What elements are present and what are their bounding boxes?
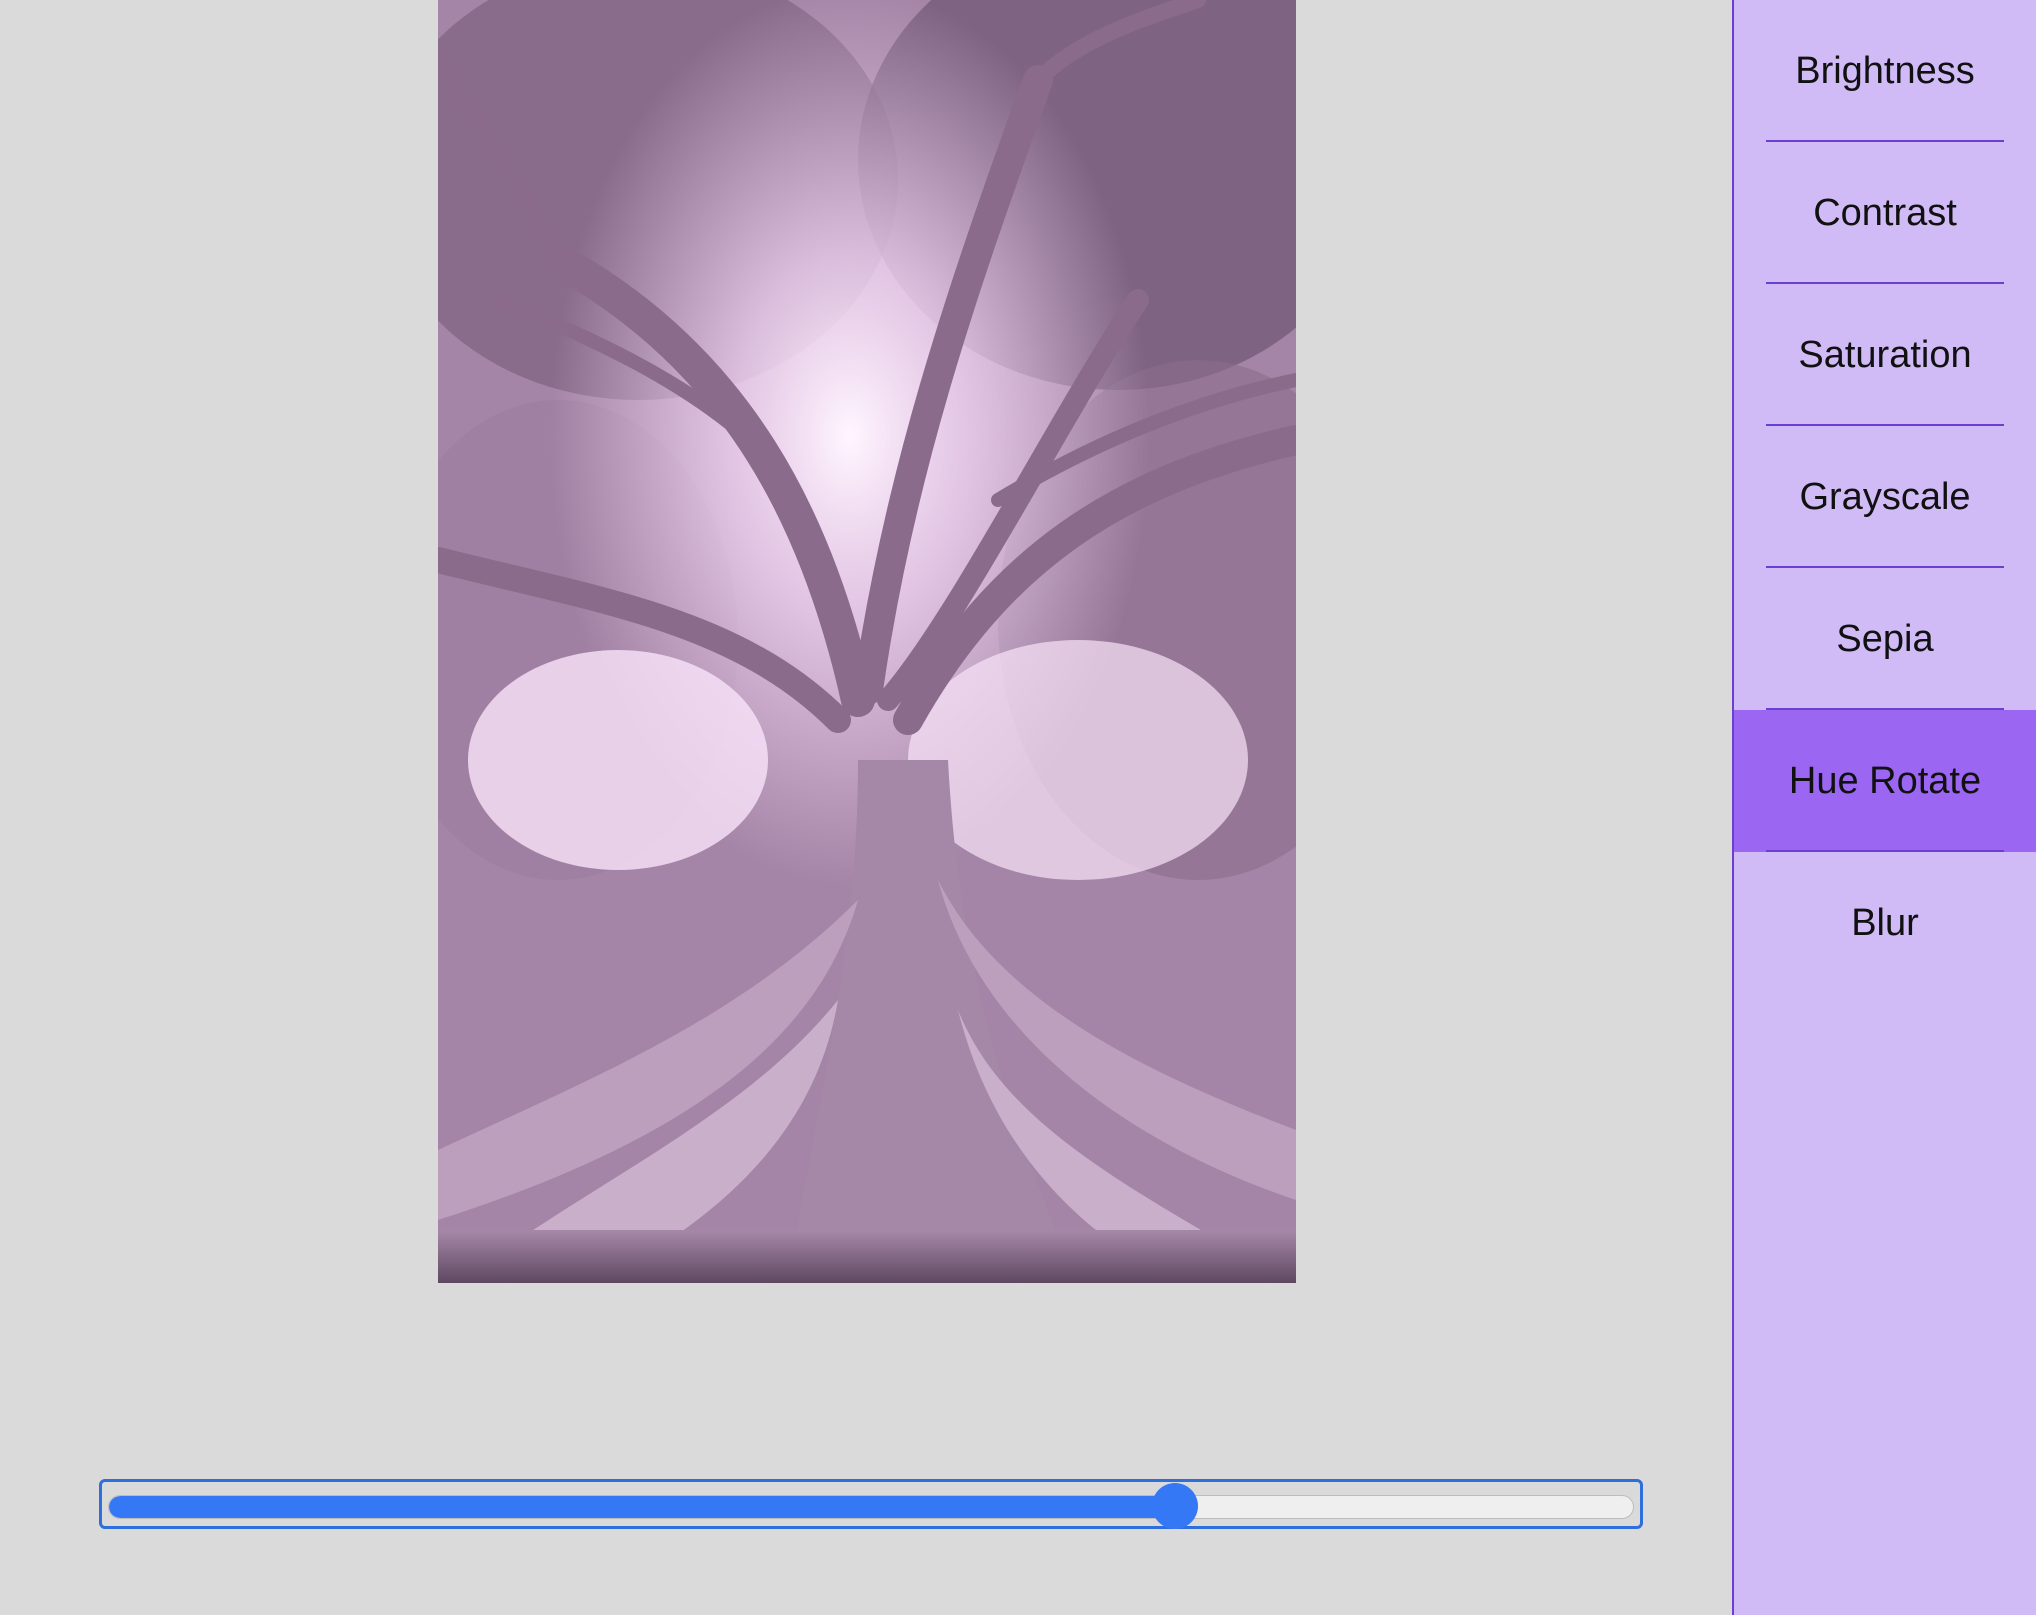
edited-photo <box>438 0 1296 1283</box>
slider-thumb[interactable] <box>1151 1483 1198 1529</box>
filter-option-label: Hue Rotate <box>1788 759 1982 802</box>
filter-menu: Brightness Contrast Saturation Grayscale… <box>1734 0 2036 994</box>
filter-option-grayscale[interactable]: Grayscale <box>1734 426 2036 568</box>
filter-option-saturation[interactable]: Saturation <box>1734 284 2036 426</box>
editor-canvas-area <box>0 0 1732 1615</box>
filter-option-label: Sepia <box>1836 617 1934 660</box>
filter-option-blur[interactable]: Blur <box>1734 852 2036 994</box>
filter-sidebar: Brightness Contrast Saturation Grayscale… <box>1732 0 2036 1615</box>
filter-option-sepia[interactable]: Sepia <box>1734 568 2036 710</box>
filter-editor-app: Brightness Contrast Saturation Grayscale… <box>0 0 2036 1615</box>
filter-option-contrast[interactable]: Contrast <box>1734 142 2036 284</box>
filter-option-hue-rotate[interactable]: Hue Rotate <box>1734 710 2036 852</box>
filter-option-label: Grayscale <box>1799 475 1971 518</box>
filter-option-label: Brightness <box>1795 49 1975 92</box>
slider-track[interactable] <box>108 1495 1634 1519</box>
filter-option-label: Saturation <box>1798 333 1972 376</box>
tree-photo-illustration <box>438 0 1296 1283</box>
filter-option-label: Blur <box>1851 901 1919 944</box>
slider-fill <box>109 1496 1176 1518</box>
filter-option-label: Contrast <box>1813 191 1957 234</box>
filter-option-brightness[interactable]: Brightness <box>1734 0 2036 142</box>
filter-value-slider[interactable] <box>99 1479 1643 1529</box>
